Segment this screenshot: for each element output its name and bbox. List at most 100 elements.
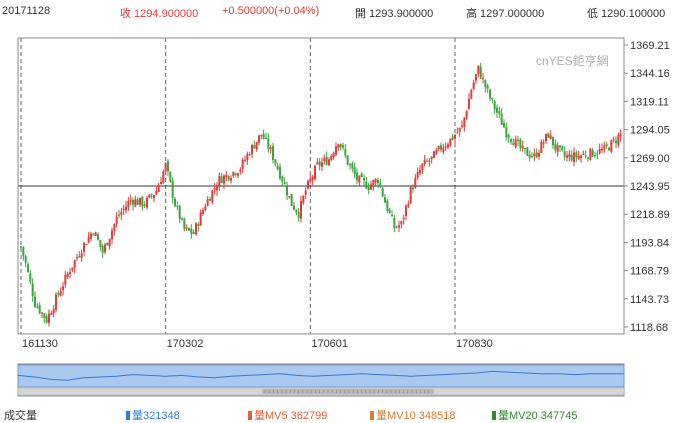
candle-body bbox=[267, 138, 270, 149]
y-tick-label: 1193.84 bbox=[630, 237, 669, 249]
candle-body bbox=[409, 186, 412, 204]
volume-legend: 成交量 量321348 量MV5 362799 量MV10 348518 量MV… bbox=[0, 404, 680, 423]
candle-body bbox=[162, 171, 165, 183]
candle-body bbox=[225, 174, 228, 178]
candle-body bbox=[153, 194, 155, 199]
candle-body bbox=[24, 256, 27, 263]
candle-body bbox=[113, 223, 116, 231]
candle-body bbox=[568, 154, 571, 158]
legend-mv5-swatch bbox=[248, 411, 252, 420]
candle-body bbox=[120, 212, 123, 215]
candle-body bbox=[309, 178, 312, 182]
candle-body bbox=[594, 154, 596, 156]
candle-body bbox=[185, 227, 188, 229]
candle-body bbox=[423, 159, 426, 165]
candle-body bbox=[589, 148, 592, 160]
candle-body bbox=[62, 286, 64, 291]
candle-body bbox=[20, 246, 22, 248]
candle-body bbox=[52, 308, 55, 314]
candle-body bbox=[283, 182, 286, 185]
candle-body bbox=[199, 212, 202, 226]
scrollbar-thumb[interactable] bbox=[262, 389, 434, 394]
candle-body bbox=[587, 157, 589, 159]
candle-body bbox=[374, 179, 377, 183]
range-navigator[interactable] bbox=[17, 363, 625, 397]
candle-body bbox=[391, 214, 393, 217]
candle-body bbox=[505, 127, 508, 137]
candle-body bbox=[428, 160, 431, 162]
candle-body bbox=[321, 162, 323, 167]
candle-body bbox=[304, 190, 307, 195]
y-tick-label: 1168.79 bbox=[630, 266, 669, 278]
x-axis-ticks: 161130 170302 170601 170830 bbox=[22, 338, 493, 350]
candle-body bbox=[64, 274, 67, 285]
candle-body bbox=[288, 196, 291, 198]
candle-body bbox=[190, 228, 193, 234]
y-tick-label: 1294.05 bbox=[630, 125, 670, 137]
candle-body bbox=[157, 185, 160, 193]
candle-body bbox=[265, 137, 267, 139]
candle-body bbox=[206, 198, 209, 206]
candle-body bbox=[218, 175, 221, 186]
candle-body bbox=[566, 155, 568, 158]
candle-body bbox=[535, 152, 538, 158]
candle-body bbox=[160, 181, 162, 185]
candle-body bbox=[41, 312, 43, 314]
candle-body bbox=[603, 145, 606, 150]
candle-body bbox=[610, 140, 613, 152]
candle-body bbox=[400, 221, 403, 225]
candle-body bbox=[139, 197, 141, 205]
candle-body bbox=[388, 209, 391, 214]
candle-body bbox=[421, 163, 424, 170]
candle-body bbox=[477, 65, 480, 74]
candle-body bbox=[97, 234, 99, 240]
candle-body bbox=[253, 145, 256, 149]
candle-body bbox=[136, 199, 139, 205]
candle-body bbox=[122, 208, 125, 211]
candle-body bbox=[500, 113, 503, 125]
candle-body bbox=[134, 199, 137, 207]
candle-body bbox=[174, 198, 176, 207]
candle-body bbox=[246, 154, 249, 161]
candle-body bbox=[316, 162, 319, 164]
candle-body bbox=[164, 163, 167, 172]
candle-body bbox=[272, 145, 274, 161]
candle-body bbox=[612, 139, 615, 141]
candle-body bbox=[332, 152, 335, 158]
candle-body bbox=[370, 184, 372, 190]
candle-body bbox=[269, 147, 272, 150]
candle-body bbox=[27, 264, 29, 272]
legend-vol-swatch bbox=[126, 411, 130, 420]
candle-body bbox=[507, 134, 510, 138]
candle-body bbox=[519, 139, 522, 149]
candle-body bbox=[176, 205, 179, 207]
candle-body bbox=[300, 200, 302, 219]
candle-body bbox=[556, 145, 559, 152]
candle-body bbox=[220, 176, 223, 183]
candle-body bbox=[554, 143, 557, 150]
candle-body bbox=[470, 89, 473, 99]
candle-body bbox=[619, 133, 622, 137]
candle-body bbox=[241, 159, 244, 170]
candle-body bbox=[73, 260, 76, 268]
candle-body bbox=[178, 205, 181, 220]
candle-body bbox=[419, 169, 421, 174]
candle-body bbox=[99, 240, 102, 247]
candle-body bbox=[617, 135, 620, 146]
candle-body bbox=[38, 305, 41, 314]
candle-body bbox=[36, 306, 39, 308]
x-tick-label: 170302 bbox=[167, 338, 204, 350]
candle-body bbox=[94, 232, 97, 236]
scrollbar-grip[interactable] bbox=[262, 389, 434, 394]
candle-body bbox=[323, 158, 326, 162]
candle-body bbox=[211, 190, 214, 203]
watermark: cnYES鉅亨網 bbox=[536, 53, 609, 68]
candle-body bbox=[377, 180, 379, 184]
legend-mv5-label: 量MV5 362799 bbox=[254, 410, 328, 422]
candle-body bbox=[344, 149, 347, 156]
candle-body bbox=[50, 313, 53, 315]
candle-body bbox=[125, 206, 127, 211]
price-chart: 1369.21 1344.16 1319.11 1294.05 1269.00 1243.… bbox=[17, 37, 670, 397]
candle-body bbox=[293, 205, 295, 210]
candle-body bbox=[526, 147, 529, 156]
